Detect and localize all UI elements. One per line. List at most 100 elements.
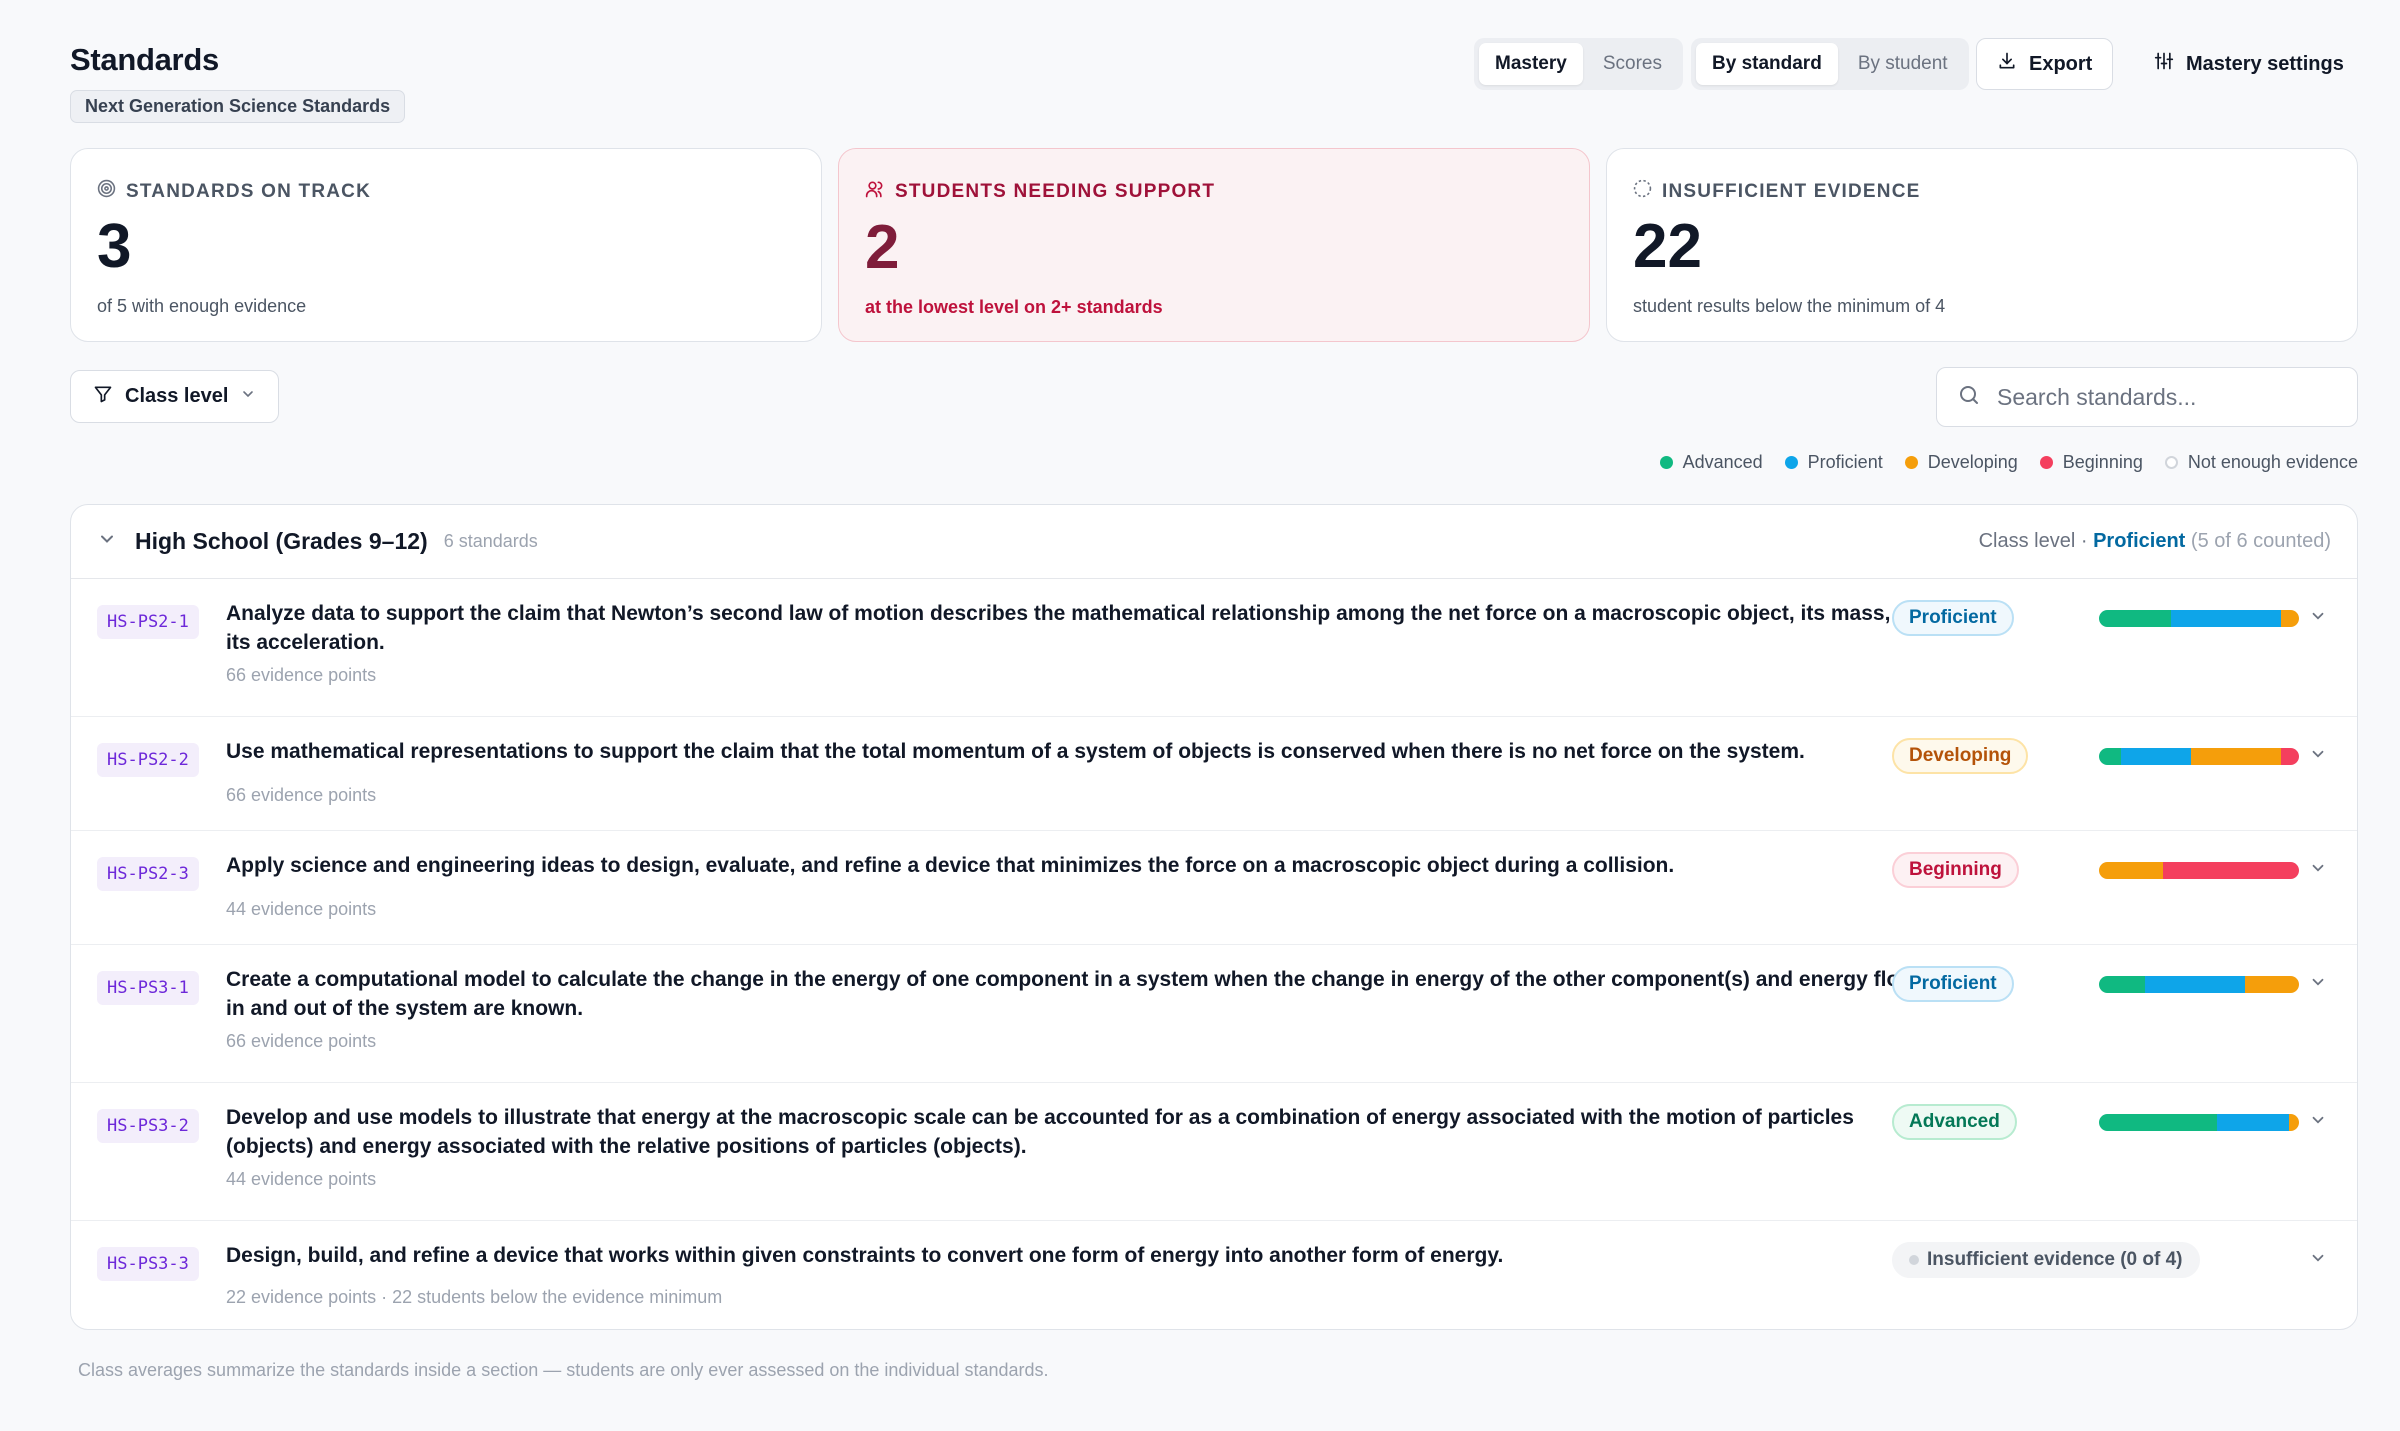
standard-code: HS-PS2-2 — [97, 743, 199, 777]
filter-label: Class level — [125, 385, 229, 407]
stat-value: 22 — [1633, 212, 1702, 281]
stat-subtext: at the lowest level on 2+ standards — [865, 297, 1163, 317]
standard-row[interactable]: HS-PS3-1 Create a computational model to… — [71, 945, 2357, 1083]
distribution-segment-beginning — [2281, 748, 2299, 765]
view-toggle: By standard By student — [1691, 38, 1969, 90]
evidence-count: 66 evidence points — [226, 785, 377, 805]
distribution-segment-developing — [2245, 976, 2299, 993]
evidence-count: 66 evidence points — [226, 1031, 377, 1051]
legend-dot — [2039, 456, 2053, 469]
standards-list: HS-PS2-1 Analyze data to support the cla… — [71, 579, 2357, 1329]
mode-toggle: Mastery Scores — [1474, 38, 1683, 90]
stat-card-standards-on-track: STANDARDS ON TRACK 3 of 5 with enough ev… — [70, 148, 822, 342]
evidence-count: 44 evidence points — [226, 1169, 377, 1189]
standard-code: HS-PS2-1 — [97, 605, 199, 639]
mastery-settings-button[interactable]: Mastery settings — [2140, 38, 2358, 90]
distribution-segment-developing — [2281, 610, 2299, 627]
legend-dot — [1904, 456, 1918, 469]
standard-row[interactable]: HS-PS2-3 Apply science and engineering i… — [71, 831, 2357, 945]
standard-description: Use mathematical representations to supp… — [226, 740, 1805, 763]
standard-row[interactable]: HS-PS3-2 Develop and use models to illus… — [71, 1083, 2357, 1221]
users-icon — [865, 179, 885, 205]
search-box — [1936, 367, 2358, 427]
distribution-segment-developing — [2289, 1114, 2299, 1131]
mastery-badge: Beginning — [1892, 852, 2019, 888]
standard-description: Apply science and engineering ideas to d… — [226, 854, 1675, 877]
legend-item-proficient: Proficient — [1784, 452, 1883, 473]
stat-label: INSUFFICIENT EVIDENCE — [1662, 180, 1921, 202]
distribution-segment-developing — [2099, 862, 2163, 879]
filter-icon — [93, 384, 113, 410]
distribution-segment-beginning — [2163, 862, 2299, 879]
distribution-bar — [2099, 976, 2299, 993]
distribution-segment-advanced — [2099, 610, 2171, 627]
footnote: Class averages summarize the standards i… — [78, 1360, 1049, 1380]
section-class-level: Class level · Proficient (5 of 6 counted… — [1978, 530, 2331, 552]
mastery-badge: Advanced — [1892, 1104, 2017, 1140]
class-level-filter[interactable]: Class level — [70, 370, 280, 423]
distribution-segment-advanced — [2099, 1114, 2217, 1131]
standard-description: Analyze data to support the claim that N… — [226, 602, 1934, 654]
mode-mastery-button[interactable]: Mastery — [1479, 43, 1583, 85]
mode-scores-button[interactable]: Scores — [1587, 43, 1678, 85]
legend-item-not-enough-evidence: Not enough evidence — [2164, 452, 2358, 473]
chevron-down-icon[interactable] — [2309, 1111, 2327, 1134]
view-by-student-button[interactable]: By student — [1842, 43, 1964, 85]
evidence-count: 66 evidence points — [226, 665, 377, 685]
distribution-segment-developing — [2191, 748, 2281, 765]
page-title: Standards — [70, 42, 219, 77]
stat-value: 2 — [865, 213, 900, 282]
mastery-legend: Advanced Proficient Developing Beginning… — [1659, 452, 2358, 473]
mastery-badge: Proficient — [1892, 966, 2014, 1002]
chevron-down-icon[interactable] — [2309, 1249, 2327, 1272]
distribution-bar — [2099, 1114, 2299, 1131]
insufficient-dot — [1909, 1255, 1919, 1265]
stat-card-insufficient-evidence: INSUFFICIENT EVIDENCE 22 student results… — [1606, 148, 2358, 342]
standard-row[interactable]: HS-PS2-2 Use mathematical representation… — [71, 717, 2357, 831]
chevron-down-icon — [240, 385, 256, 408]
standard-description: Create a computational model to calculat… — [226, 968, 1928, 1020]
stat-card-students-needing-support[interactable]: STUDENTS NEEDING SUPPORT 2 at the lowest… — [838, 148, 1590, 342]
section-title: High School (Grades 9–12) — [135, 528, 428, 554]
class-level-value: Proficient — [2093, 530, 2186, 552]
distribution-segment-advanced — [2099, 976, 2145, 993]
evidence-count: 22 evidence points · 22 students below t… — [226, 1287, 723, 1307]
view-by-standard-button[interactable]: By standard — [1696, 43, 1838, 85]
chevron-down-icon[interactable] — [2309, 859, 2327, 882]
standard-row[interactable]: HS-PS3-3 Design, build, and refine a dev… — [71, 1221, 2357, 1329]
framework-chip[interactable]: Next Generation Science Standards — [70, 90, 406, 123]
export-button[interactable]: Export — [1976, 38, 2114, 90]
collapse-chevron-icon[interactable] — [97, 529, 117, 554]
dashed-circle-icon — [1633, 179, 1652, 204]
stat-label: STUDENTS NEEDING SUPPORT — [895, 181, 1216, 202]
search-input[interactable] — [1997, 383, 2337, 411]
stat-value: 3 — [97, 212, 132, 281]
chevron-down-icon[interactable] — [2309, 607, 2327, 630]
stat-label: STANDARDS ON TRACK — [126, 180, 372, 202]
chevron-down-icon[interactable] — [2309, 973, 2327, 996]
standard-code: HS-PS3-2 — [97, 1109, 199, 1143]
standard-description: Design, build, and refine a device that … — [226, 1244, 1504, 1267]
standard-row[interactable]: HS-PS2-1 Analyze data to support the cla… — [71, 579, 2357, 717]
distribution-bar — [2099, 748, 2299, 765]
mastery-badge: Proficient — [1892, 600, 2014, 636]
stat-subtext: student results below the minimum of 4 — [1633, 296, 1946, 316]
standard-description: Develop and use models to illustrate tha… — [226, 1106, 1854, 1158]
distribution-segment-advanced — [2099, 748, 2121, 765]
legend-item-beginning: Beginning — [2039, 452, 2143, 473]
search-icon — [1957, 383, 1981, 412]
distribution-segment-proficient — [2121, 748, 2191, 765]
distribution-bar — [2099, 610, 2299, 627]
legend-dot — [1784, 456, 1798, 469]
stat-subtext: of 5 with enough evidence — [97, 296, 307, 316]
standard-code: HS-PS3-1 — [97, 971, 199, 1005]
legend-item-developing: Developing — [1904, 452, 2018, 473]
distribution-segment-proficient — [2217, 1114, 2289, 1131]
mastery-badge: Developing — [1892, 738, 2029, 774]
sliders-icon — [2154, 51, 2174, 77]
target-icon — [97, 179, 116, 204]
distribution-bar — [2099, 862, 2299, 879]
chevron-down-icon[interactable] — [2309, 745, 2327, 768]
standard-code: HS-PS2-3 — [97, 857, 199, 891]
section-header[interactable]: High School (Grades 9–12) 6 standards Cl… — [71, 505, 2357, 579]
